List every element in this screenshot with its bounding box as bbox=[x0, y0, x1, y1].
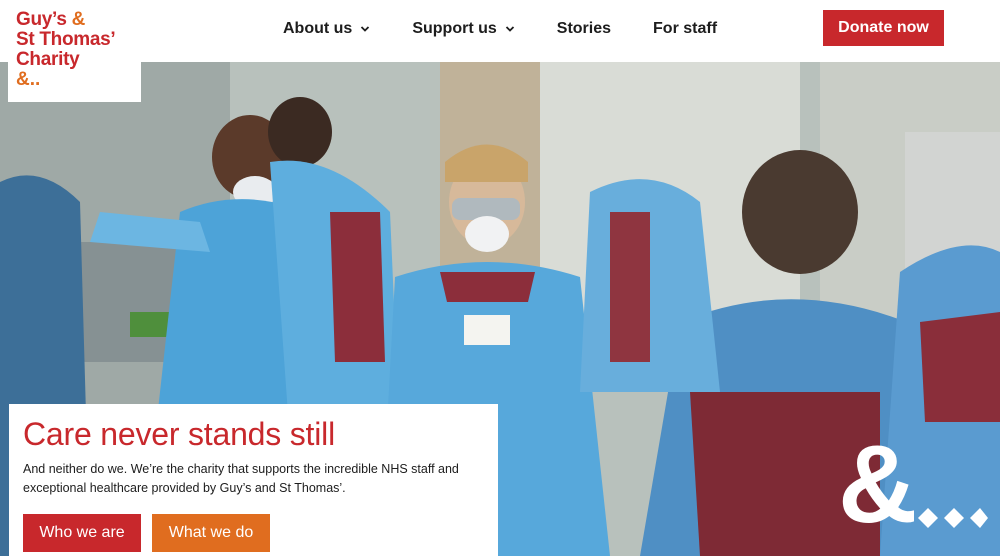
logo-line-1: Guy’s bbox=[16, 9, 67, 30]
site-header: About us Support us Stories For staff Do… bbox=[0, 0, 1000, 62]
hero-description: And neither do we. We’re the charity tha… bbox=[23, 462, 459, 495]
chevron-down-icon bbox=[361, 26, 370, 32]
hero-title: Care never stands still bbox=[23, 416, 335, 452]
svg-text:&: & bbox=[838, 432, 917, 542]
nav-item-label: About us bbox=[283, 20, 353, 37]
what-we-do-button[interactable]: What we do bbox=[152, 514, 270, 552]
nav-item-label: Stories bbox=[556, 20, 612, 37]
logo-line-4: &.. bbox=[16, 69, 41, 90]
logo-line-2: St Thomas’ bbox=[16, 29, 116, 50]
nav-item-support-us[interactable]: Support us bbox=[412, 20, 514, 38]
hero-card: Care never stands still And neither do w… bbox=[9, 404, 498, 556]
logo-ampersand: & bbox=[71, 9, 86, 30]
nav-item-about-us[interactable]: About us bbox=[283, 20, 370, 38]
main-nav: About us Support us Stories For staff bbox=[283, 20, 759, 38]
chevron-down-icon bbox=[505, 26, 514, 32]
nav-item-label: Support us bbox=[412, 20, 497, 37]
nav-item-for-staff[interactable]: For staff bbox=[653, 20, 717, 38]
logo-line-3: Charity bbox=[16, 49, 80, 70]
site-logo[interactable]: Guy’s & St Thomas’ Charity &.. bbox=[8, 0, 141, 102]
nav-item-stories[interactable]: Stories bbox=[557, 20, 611, 38]
ampersand-logo-mark: & bbox=[838, 432, 988, 542]
nav-item-label: For staff bbox=[653, 20, 718, 37]
donate-now-button[interactable]: Donate now bbox=[823, 10, 944, 46]
hero-buttons: Who we are What we do bbox=[23, 514, 484, 552]
who-we-are-button[interactable]: Who we are bbox=[23, 514, 141, 552]
